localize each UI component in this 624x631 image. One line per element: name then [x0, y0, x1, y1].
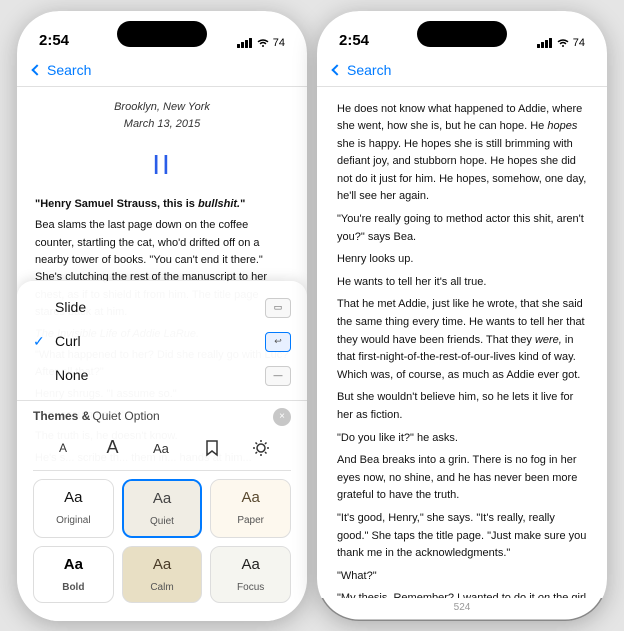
- close-button[interactable]: ×: [273, 408, 291, 426]
- battery-right: 74: [573, 37, 585, 49]
- theme-card-quiet[interactable]: Aa Quiet: [122, 479, 203, 538]
- none-icon: —: [265, 366, 291, 386]
- font-button[interactable]: Aa: [148, 434, 176, 462]
- status-time-left: 2:54: [39, 32, 69, 49]
- book-content-right: He does not know what happened to Addie,…: [317, 87, 607, 598]
- signal-icon-right: [537, 38, 553, 48]
- right-phone: 2:54 74 Se: [317, 11, 607, 621]
- nav-bar-right: Search: [317, 55, 607, 87]
- wifi-icon-left: [257, 38, 269, 48]
- left-phone: 2:54 74 Se: [17, 11, 307, 621]
- themes-label: Themes &: [33, 407, 90, 426]
- wifi-icon-right: [557, 38, 569, 48]
- page-number: 524: [317, 598, 607, 621]
- theme-card-calm[interactable]: Aa Calm: [122, 546, 203, 603]
- theme-card-paper[interactable]: Aa Paper: [210, 479, 291, 538]
- phones-container: 2:54 74 Se: [17, 11, 607, 621]
- dynamic-island-left: [117, 21, 207, 47]
- back-button-right[interactable]: Search: [333, 62, 391, 78]
- slide-icon: ▭: [265, 298, 291, 318]
- status-icons-right: 74: [537, 37, 585, 49]
- signal-icon-left: [237, 38, 253, 48]
- book-header: Brooklyn, New York March 13, 2015: [35, 99, 289, 133]
- status-time-right: 2:54: [339, 32, 369, 49]
- status-bar-left: 2:54 74: [17, 11, 307, 55]
- bookmark-button[interactable]: [198, 434, 226, 462]
- brightness-button[interactable]: [247, 434, 275, 462]
- transition-menu: ✓ Slide ▭ ✓ Curl ↩ ✓: [17, 291, 307, 401]
- theme-card-original[interactable]: Aa Original: [33, 479, 114, 538]
- book-content-left: Brooklyn, New York March 13, 2015 II "He…: [17, 87, 307, 621]
- menu-item-curl[interactable]: ✓ Curl ↩: [33, 325, 291, 359]
- theme-card-bold[interactable]: Aa Bold: [33, 546, 114, 603]
- chapter-number: II: [35, 143, 289, 186]
- small-a-button[interactable]: A: [49, 434, 77, 462]
- toolbar-row: A A Aa: [33, 430, 291, 471]
- curl-icon: ↩: [265, 332, 291, 352]
- themes-section: Themes & Quiet Option × A A Aa: [17, 407, 307, 602]
- large-a-button[interactable]: A: [99, 434, 127, 462]
- quiet-option-label: Quiet Option: [92, 407, 159, 426]
- themes-grid: Aa Original Aa Quiet Aa Paper Aa: [33, 479, 291, 603]
- nav-bar-left: Search: [17, 55, 307, 87]
- dynamic-island-right: [417, 21, 507, 47]
- svg-text:Aa: Aa: [153, 441, 170, 456]
- status-bar-right: 2:54 74: [317, 11, 607, 55]
- back-button-left[interactable]: Search: [33, 62, 91, 78]
- menu-item-slide[interactable]: ✓ Slide ▭: [33, 291, 291, 325]
- chevron-left-icon-right: [331, 64, 342, 75]
- battery-icon-left: 74: [273, 37, 285, 49]
- chevron-left-icon: [31, 64, 42, 75]
- overlay-panel: ✓ Slide ▭ ✓ Curl ↩ ✓: [17, 281, 307, 620]
- status-icons-left: 74: [237, 37, 285, 49]
- checkmark-curl: ✓: [33, 331, 47, 353]
- menu-item-none[interactable]: ✓ None —: [33, 359, 291, 393]
- theme-card-focus[interactable]: Aa Focus: [210, 546, 291, 603]
